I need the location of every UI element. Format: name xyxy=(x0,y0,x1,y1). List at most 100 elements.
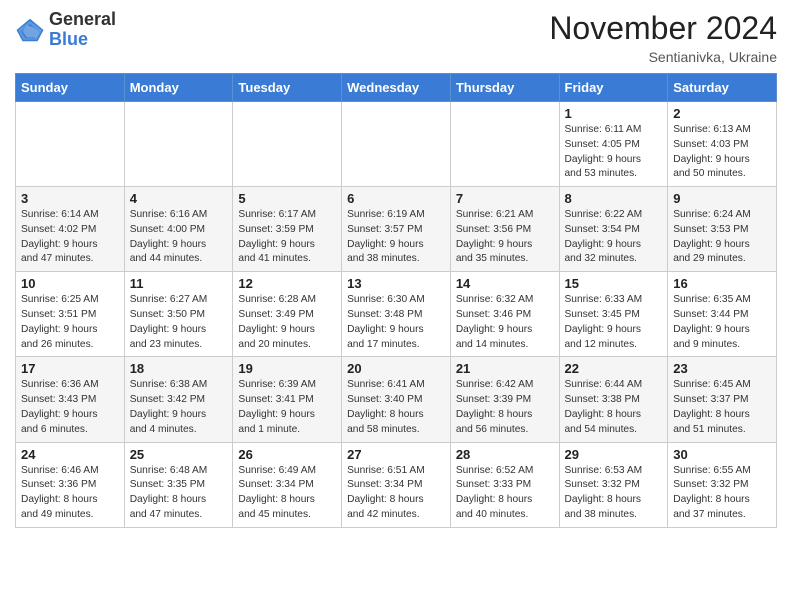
day-info: Sunrise: 6:49 AM Sunset: 3:34 PM Dayligh… xyxy=(238,464,336,523)
header: General Blue November 2024 Sentianivka, … xyxy=(15,10,777,65)
day-number: 22 xyxy=(565,361,663,376)
day-info: Sunrise: 6:30 AM Sunset: 3:48 PM Dayligh… xyxy=(347,293,445,352)
day-number: 4 xyxy=(130,191,228,206)
calendar-cell: 18 Sunrise: 6:38 AM Sunset: 3:42 PM Dayli… xyxy=(124,357,233,442)
day-number: 20 xyxy=(347,361,445,376)
calendar-header: Sunday Monday Tuesday Wednesday Thursday… xyxy=(16,74,777,102)
day-info: Sunrise: 6:25 AM Sunset: 3:51 PM Dayligh… xyxy=(21,293,119,352)
day-info: Sunrise: 6:33 AM Sunset: 3:45 PM Dayligh… xyxy=(565,293,663,352)
logo-general: General xyxy=(49,10,116,30)
day-number: 28 xyxy=(456,447,554,462)
day-info: Sunrise: 6:24 AM Sunset: 3:53 PM Dayligh… xyxy=(673,208,771,267)
logo-icon xyxy=(15,15,45,45)
day-number: 12 xyxy=(238,276,336,291)
calendar-cell xyxy=(233,102,342,187)
day-info: Sunrise: 6:11 AM Sunset: 4:05 PM Dayligh… xyxy=(565,123,663,182)
day-info: Sunrise: 6:13 AM Sunset: 4:03 PM Dayligh… xyxy=(673,123,771,182)
day-number: 7 xyxy=(456,191,554,206)
calendar-cell: 23 Sunrise: 6:45 AM Sunset: 3:37 PM Dayli… xyxy=(668,357,777,442)
day-info: Sunrise: 6:19 AM Sunset: 3:57 PM Dayligh… xyxy=(347,208,445,267)
calendar-cell: 2 Sunrise: 6:13 AM Sunset: 4:03 PM Daylig… xyxy=(668,102,777,187)
calendar-table: Sunday Monday Tuesday Wednesday Thursday… xyxy=(15,73,777,528)
day-info: Sunrise: 6:27 AM Sunset: 3:50 PM Dayligh… xyxy=(130,293,228,352)
day-number: 18 xyxy=(130,361,228,376)
day-info: Sunrise: 6:41 AM Sunset: 3:40 PM Dayligh… xyxy=(347,378,445,437)
calendar-cell: 8 Sunrise: 6:22 AM Sunset: 3:54 PM Daylig… xyxy=(559,187,668,272)
day-info: Sunrise: 6:48 AM Sunset: 3:35 PM Dayligh… xyxy=(130,464,228,523)
calendar-cell: 13 Sunrise: 6:30 AM Sunset: 3:48 PM Dayli… xyxy=(342,272,451,357)
calendar-cell: 25 Sunrise: 6:48 AM Sunset: 3:35 PM Dayli… xyxy=(124,442,233,527)
calendar-body: 1Sunrise: 6:11 AM Sunset: 4:05 PM Daylig… xyxy=(16,102,777,528)
day-info: Sunrise: 6:46 AM Sunset: 3:36 PM Dayligh… xyxy=(21,464,119,523)
calendar-cell: 29 Sunrise: 6:53 AM Sunset: 3:32 PM Dayli… xyxy=(559,442,668,527)
col-friday: Friday xyxy=(559,74,668,102)
col-monday: Monday xyxy=(124,74,233,102)
calendar-cell: 12 Sunrise: 6:28 AM Sunset: 3:49 PM Dayli… xyxy=(233,272,342,357)
day-info: Sunrise: 6:17 AM Sunset: 3:59 PM Dayligh… xyxy=(238,208,336,267)
day-number: 17 xyxy=(21,361,119,376)
col-thursday: Thursday xyxy=(450,74,559,102)
day-number: 25 xyxy=(130,447,228,462)
col-wednesday: Wednesday xyxy=(342,74,451,102)
day-info: Sunrise: 6:38 AM Sunset: 3:42 PM Dayligh… xyxy=(130,378,228,437)
calendar-cell: 9 Sunrise: 6:24 AM Sunset: 3:53 PM Daylig… xyxy=(668,187,777,272)
calendar-cell xyxy=(342,102,451,187)
day-number: 16 xyxy=(673,276,771,291)
day-info: Sunrise: 6:35 AM Sunset: 3:44 PM Dayligh… xyxy=(673,293,771,352)
calendar-cell: 1Sunrise: 6:11 AM Sunset: 4:05 PM Daylig… xyxy=(559,102,668,187)
day-info: Sunrise: 6:22 AM Sunset: 3:54 PM Dayligh… xyxy=(565,208,663,267)
day-info: Sunrise: 6:36 AM Sunset: 3:43 PM Dayligh… xyxy=(21,378,119,437)
title-block: November 2024 Sentianivka, Ukraine xyxy=(549,10,777,65)
logo-text: General Blue xyxy=(49,10,116,50)
day-number: 23 xyxy=(673,361,771,376)
day-number: 3 xyxy=(21,191,119,206)
day-info: Sunrise: 6:55 AM Sunset: 3:32 PM Dayligh… xyxy=(673,464,771,523)
calendar-cell: 17 Sunrise: 6:36 AM Sunset: 3:43 PM Dayli… xyxy=(16,357,125,442)
day-info: Sunrise: 6:39 AM Sunset: 3:41 PM Dayligh… xyxy=(238,378,336,437)
calendar-cell: 22Sunrise: 6:44 AM Sunset: 3:38 PM Dayli… xyxy=(559,357,668,442)
day-number: 26 xyxy=(238,447,336,462)
header-row: Sunday Monday Tuesday Wednesday Thursday… xyxy=(16,74,777,102)
day-number: 10 xyxy=(21,276,119,291)
week-row-4: 17 Sunrise: 6:36 AM Sunset: 3:43 PM Dayli… xyxy=(16,357,777,442)
day-info: Sunrise: 6:28 AM Sunset: 3:49 PM Dayligh… xyxy=(238,293,336,352)
col-saturday: Saturday xyxy=(668,74,777,102)
calendar-cell: 14Sunrise: 6:32 AM Sunset: 3:46 PM Dayli… xyxy=(450,272,559,357)
day-number: 21 xyxy=(456,361,554,376)
calendar-cell: 24 Sunrise: 6:46 AM Sunset: 3:36 PM Dayli… xyxy=(16,442,125,527)
week-row-2: 3Sunrise: 6:14 AM Sunset: 4:02 PM Daylig… xyxy=(16,187,777,272)
calendar-cell xyxy=(124,102,233,187)
day-number: 15 xyxy=(565,276,663,291)
day-number: 9 xyxy=(673,191,771,206)
calendar-cell: 26 Sunrise: 6:49 AM Sunset: 3:34 PM Dayli… xyxy=(233,442,342,527)
day-number: 14 xyxy=(456,276,554,291)
day-number: 19 xyxy=(238,361,336,376)
day-number: 2 xyxy=(673,106,771,121)
calendar-cell xyxy=(450,102,559,187)
month-title: November 2024 xyxy=(549,10,777,47)
day-number: 30 xyxy=(673,447,771,462)
calendar-cell: 7 Sunrise: 6:21 AM Sunset: 3:56 PM Daylig… xyxy=(450,187,559,272)
day-info: Sunrise: 6:53 AM Sunset: 3:32 PM Dayligh… xyxy=(565,464,663,523)
col-sunday: Sunday xyxy=(16,74,125,102)
calendar-cell: 5Sunrise: 6:17 AM Sunset: 3:59 PM Daylig… xyxy=(233,187,342,272)
calendar-cell: 27Sunrise: 6:51 AM Sunset: 3:34 PM Dayli… xyxy=(342,442,451,527)
calendar-cell: 10 Sunrise: 6:25 AM Sunset: 3:51 PM Dayli… xyxy=(16,272,125,357)
week-row-3: 10 Sunrise: 6:25 AM Sunset: 3:51 PM Dayli… xyxy=(16,272,777,357)
calendar-cell xyxy=(16,102,125,187)
day-info: Sunrise: 6:45 AM Sunset: 3:37 PM Dayligh… xyxy=(673,378,771,437)
location: Sentianivka, Ukraine xyxy=(549,49,777,65)
day-info: Sunrise: 6:52 AM Sunset: 3:33 PM Dayligh… xyxy=(456,464,554,523)
calendar-cell: 30 Sunrise: 6:55 AM Sunset: 3:32 PM Dayli… xyxy=(668,442,777,527)
day-number: 29 xyxy=(565,447,663,462)
day-info: Sunrise: 6:21 AM Sunset: 3:56 PM Dayligh… xyxy=(456,208,554,267)
calendar-cell: 11Sunrise: 6:27 AM Sunset: 3:50 PM Dayli… xyxy=(124,272,233,357)
day-number: 24 xyxy=(21,447,119,462)
logo: General Blue xyxy=(15,10,116,50)
day-number: 27 xyxy=(347,447,445,462)
day-number: 13 xyxy=(347,276,445,291)
day-info: Sunrise: 6:42 AM Sunset: 3:39 PM Dayligh… xyxy=(456,378,554,437)
week-row-1: 1Sunrise: 6:11 AM Sunset: 4:05 PM Daylig… xyxy=(16,102,777,187)
day-number: 8 xyxy=(565,191,663,206)
col-tuesday: Tuesday xyxy=(233,74,342,102)
